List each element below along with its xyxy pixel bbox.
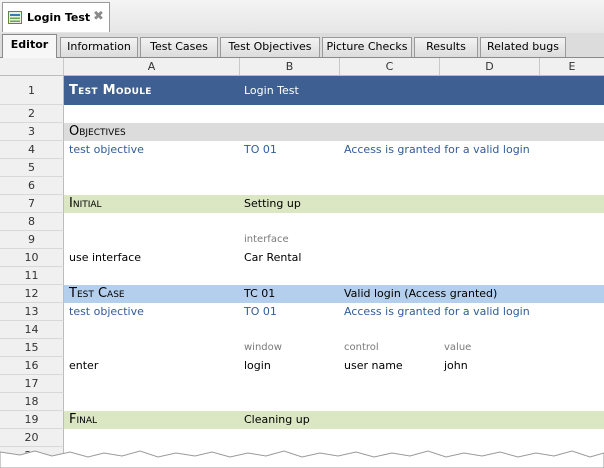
action-word-cell[interactable]: test objective [69, 143, 144, 156]
tab-test-cases[interactable]: Test Cases [140, 37, 218, 57]
test-module-name[interactable]: Login Test [244, 84, 299, 97]
grid-row: 7 Initial Setting up [0, 195, 604, 213]
grid-corner[interactable] [0, 58, 64, 75]
document-tab-bar: Login Test ✖ [0, 0, 604, 34]
grid-row: 5 [0, 159, 604, 177]
argument-header-cell[interactable]: window [244, 342, 282, 353]
row-number[interactable]: 19 [0, 411, 64, 429]
row-number[interactable]: 3 [0, 123, 64, 141]
grid-row: 9 interface [0, 231, 604, 249]
objective-id-cell[interactable]: TO 01 [244, 305, 277, 318]
objectives-band [64, 123, 604, 141]
objective-text-cell[interactable]: Access is granted for a valid login [344, 305, 530, 318]
initial-band [64, 195, 604, 213]
objective-text-cell[interactable]: Access is granted for a valid login [344, 143, 530, 156]
row-number[interactable]: 7 [0, 195, 64, 213]
test-case-id[interactable]: TC 01 [244, 287, 275, 300]
row-number[interactable]: 12 [0, 285, 64, 303]
column-header-b[interactable]: B [240, 58, 340, 75]
grid-row: 15 window control value [0, 339, 604, 357]
final-label[interactable]: Final [69, 412, 97, 427]
argument-value-cell[interactable]: user name [344, 359, 403, 372]
editor-tab-bar: Editor Information Test Cases Test Objec… [0, 33, 604, 58]
row-number[interactable]: 1 [0, 76, 64, 105]
grid-row: 14 [0, 321, 604, 339]
grid-row: 20 [0, 429, 604, 447]
close-icon[interactable]: ✖ [93, 9, 104, 24]
row-number[interactable]: 13 [0, 303, 64, 321]
row-number[interactable]: 20 [0, 429, 64, 447]
tab-related-bugs[interactable]: Related bugs [480, 37, 566, 57]
action-word-cell[interactable]: use interface [69, 251, 141, 264]
grid-row: 10 use interface Car Rental [0, 249, 604, 267]
column-header-e[interactable]: E [540, 58, 604, 75]
row-number[interactable]: 9 [0, 231, 64, 249]
document-tab-title: Login Test [27, 11, 91, 24]
row-number[interactable]: 11 [0, 267, 64, 285]
argument-header-cell[interactable]: interface [244, 234, 289, 245]
grid-row: 4 test objective TO 01 Access is granted… [0, 141, 604, 159]
final-description[interactable]: Cleaning up [244, 413, 310, 426]
row-number[interactable]: 5 [0, 159, 64, 177]
grid-row: 2 [0, 105, 604, 123]
row-number[interactable]: 15 [0, 339, 64, 357]
grid-row: 13 test objective TO 01 Access is grante… [0, 303, 604, 321]
grid-row: 8 [0, 213, 604, 231]
column-header-d[interactable]: D [440, 58, 540, 75]
row-number[interactable]: 18 [0, 393, 64, 411]
test-case-band [64, 285, 604, 303]
argument-header-cell[interactable]: value [444, 342, 471, 353]
grid-row: 17 [0, 375, 604, 393]
row-number[interactable]: 6 [0, 177, 64, 195]
row-number[interactable]: 2 [0, 105, 64, 123]
objectives-label[interactable]: Objectives [69, 124, 126, 139]
test-module-label[interactable]: Test Module [69, 83, 152, 98]
initial-label[interactable]: Initial [69, 196, 102, 211]
argument-value-cell[interactable]: login [244, 359, 271, 372]
column-header-row: A B C D E [0, 58, 604, 76]
grid-row: 16 enter login user name john [0, 357, 604, 375]
row-number[interactable]: 10 [0, 249, 64, 267]
test-module-icon [8, 11, 22, 24]
row-number[interactable]: 4 [0, 141, 64, 159]
test-case-description[interactable]: Valid login (Access granted) [344, 287, 497, 300]
grid-row: 11 [0, 267, 604, 285]
row-number[interactable]: 8 [0, 213, 64, 231]
column-header-c[interactable]: C [340, 58, 440, 75]
tab-test-objectives[interactable]: Test Objectives [220, 37, 320, 57]
column-header-a[interactable]: A [64, 58, 240, 75]
grid-row: 6 [0, 177, 604, 195]
row-number[interactable]: 14 [0, 321, 64, 339]
grid-row: 18 [0, 393, 604, 411]
initial-description[interactable]: Setting up [244, 197, 301, 210]
action-word-cell[interactable]: enter [69, 359, 98, 372]
argument-value-cell[interactable]: john [444, 359, 468, 372]
torn-edge-decoration [0, 450, 604, 468]
row-number[interactable]: 17 [0, 375, 64, 393]
test-case-label[interactable]: Test Case [69, 286, 125, 301]
grid-row: 1 Test Module Login Test [0, 76, 604, 105]
grid-row: 3 Objectives [0, 123, 604, 141]
row-number[interactable]: 16 [0, 357, 64, 375]
objective-id-cell[interactable]: TO 01 [244, 143, 277, 156]
tab-editor[interactable]: Editor [2, 34, 57, 58]
grid-row: 12 Test Case TC 01 Valid login (Access g… [0, 285, 604, 303]
argument-header-cell[interactable]: control [344, 342, 379, 353]
document-tab-login-test[interactable]: Login Test ✖ [2, 2, 110, 32]
tab-picture-checks[interactable]: Picture Checks [322, 37, 412, 57]
tab-results[interactable]: Results [414, 37, 478, 57]
argument-value-cell[interactable]: Car Rental [244, 251, 301, 264]
tab-information[interactable]: Information [60, 37, 138, 57]
final-band [64, 411, 604, 429]
grid-row: 19 Final Cleaning up [0, 411, 604, 429]
action-word-cell[interactable]: test objective [69, 305, 144, 318]
